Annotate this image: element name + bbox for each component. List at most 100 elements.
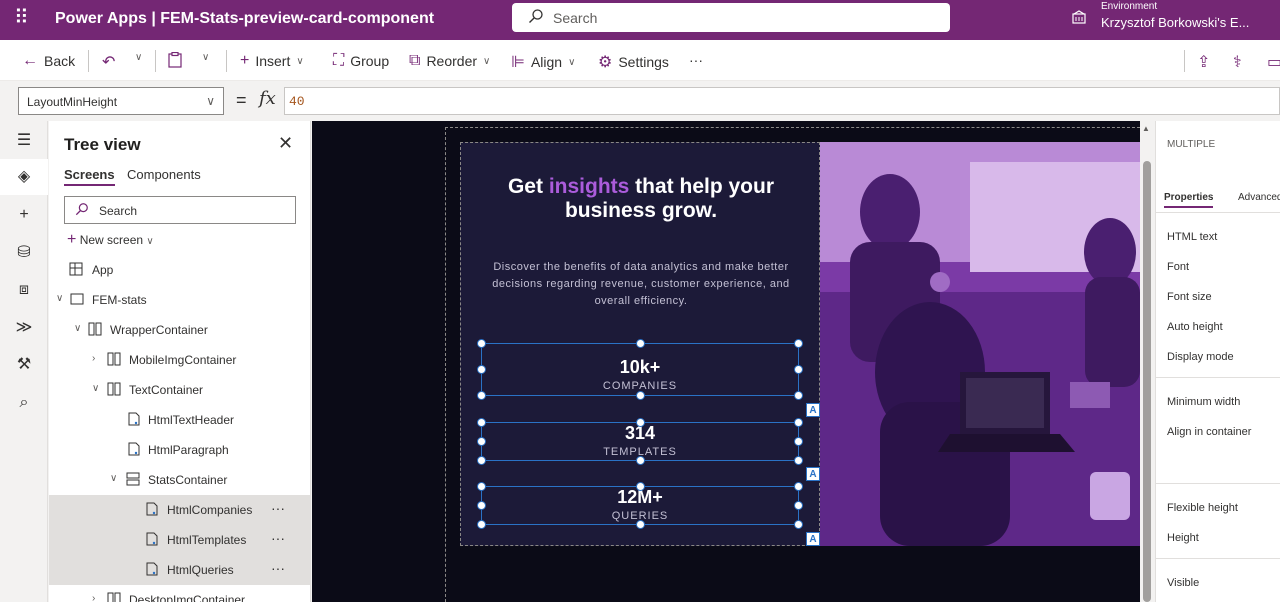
card-headline[interactable]: Get insights that help your business gro… (461, 175, 821, 223)
resize-handle[interactable] (636, 391, 645, 400)
media-icon[interactable]: ⧈ (0, 272, 48, 308)
prop-flexible-height[interactable]: Flexible height (1167, 502, 1238, 514)
resize-handle[interactable] (636, 339, 645, 348)
environment-icon[interactable] (1071, 10, 1087, 26)
insert-plus-icon[interactable]: + (0, 197, 48, 233)
chevron-down-icon[interactable]: ∨ (74, 323, 81, 334)
resize-handle[interactable] (636, 456, 645, 465)
resize-handle[interactable] (636, 482, 645, 491)
layers-icon[interactable]: ◈ (0, 159, 48, 195)
chevron-down-icon[interactable]: ∨ (110, 473, 117, 484)
resize-handle[interactable] (794, 520, 803, 529)
resize-handle[interactable] (477, 456, 486, 465)
tab-components[interactable]: Components (127, 167, 201, 182)
prop-html-text[interactable]: HTML text (1167, 231, 1217, 243)
prop-auto-height[interactable]: Auto height (1167, 321, 1223, 333)
resize-handle[interactable] (794, 391, 803, 400)
tree-node-html-queries[interactable]: HtmlQueries ··· (49, 555, 310, 585)
resize-handle[interactable] (477, 339, 486, 348)
resize-handle[interactable] (794, 339, 803, 348)
card-paragraph[interactable]: Discover the benefits of data analytics … (483, 259, 799, 310)
undo-dropdown[interactable]: ∨ (135, 52, 142, 63)
tree-node-text-container[interactable]: ∨ TextContainer (49, 375, 310, 405)
undo-button[interactable]: ↶ (102, 52, 115, 72)
back-button[interactable]: ← Back (22, 52, 75, 70)
tree-node-html-companies[interactable]: HtmlCompanies ··· (49, 495, 310, 525)
close-icon[interactable]: ✕ (278, 133, 293, 154)
share-button[interactable]: ⇪ (1197, 52, 1210, 72)
design-canvas[interactable]: Get insights that help your business gro… (312, 121, 1140, 602)
tree-node-app[interactable]: App (49, 255, 310, 285)
resize-handle[interactable] (636, 418, 645, 427)
fx-icon[interactable]: fx (259, 88, 276, 109)
prop-height[interactable]: Height (1167, 532, 1199, 544)
database-icon[interactable]: ⛁ (0, 235, 48, 271)
resize-handle[interactable] (477, 365, 486, 374)
resize-handle[interactable] (794, 501, 803, 510)
reorder-button[interactable]: ⧉ Reorder ∨ (409, 52, 490, 70)
tree-node-html-templates[interactable]: HtmlTemplates ··· (49, 525, 310, 555)
hamburger-icon[interactable]: ☰ (0, 123, 48, 159)
align-button[interactable]: ⊫ Align ∨ (511, 52, 575, 72)
settings-button[interactable]: ⚙ Settings (598, 52, 669, 72)
tab-advanced[interactable]: Advanced (1238, 192, 1280, 203)
resize-handle[interactable] (477, 482, 486, 491)
resize-handle[interactable] (477, 520, 486, 529)
resize-handle[interactable] (794, 482, 803, 491)
canvas-scrollbar[interactable]: ▲ (1140, 121, 1154, 602)
global-search-input[interactable]: Search (512, 3, 950, 32)
search-icon[interactable]: ⌕ (0, 385, 48, 421)
prop-font[interactable]: Font (1167, 261, 1189, 273)
auto-height-badge[interactable]: A (806, 467, 820, 481)
auto-height-badge[interactable]: A (806, 532, 820, 546)
tab-properties[interactable]: Properties (1164, 192, 1214, 208)
chevron-right-icon[interactable]: › (92, 593, 95, 602)
app-checker-button[interactable]: ⚕ (1233, 52, 1242, 72)
resize-handle[interactable] (794, 437, 803, 446)
prop-font-size[interactable]: Font size (1167, 291, 1212, 303)
chevron-down-icon[interactable]: ∨ (92, 383, 99, 394)
resize-handle[interactable] (477, 418, 486, 427)
property-selector[interactable]: LayoutMinHeight ∨ (18, 87, 224, 115)
resize-handle[interactable] (794, 418, 803, 427)
auto-height-badge[interactable]: A (806, 403, 820, 417)
power-automate-icon[interactable]: ≫ (0, 310, 48, 346)
stats-preview-card[interactable]: Get insights that help your business gro… (460, 142, 1140, 546)
insert-button[interactable]: + Insert ∨ (240, 52, 304, 70)
scroll-up-icon[interactable]: ▲ (1142, 124, 1150, 133)
tree-node-desktop-img-container[interactable]: › DesktopImgContainer (49, 585, 310, 602)
tree-search-input[interactable]: Search (64, 196, 296, 224)
resize-handle[interactable] (477, 437, 486, 446)
resize-handle[interactable] (794, 456, 803, 465)
stat-companies[interactable]: 10k+ COMPANIES (481, 343, 799, 396)
paste-dropdown[interactable]: ∨ (202, 52, 209, 63)
new-screen-button[interactable]: + New screen ∨ (67, 231, 154, 249)
tree-node-html-text-header[interactable]: HtmlTextHeader (49, 405, 310, 435)
more-commands-button[interactable]: ··· (689, 52, 703, 68)
more-options-icon[interactable]: ··· (271, 500, 285, 516)
prop-minimum-width[interactable]: Minimum width (1167, 396, 1240, 408)
tree-node-screen[interactable]: ∨ FEM-stats (49, 285, 310, 315)
tree-node-html-paragraph[interactable]: HtmlParagraph (49, 435, 310, 465)
more-options-icon[interactable]: ··· (271, 530, 285, 546)
group-button[interactable]: ⛶ Group (333, 52, 389, 70)
text-container[interactable]: Get insights that help your business gro… (460, 142, 820, 546)
resize-handle[interactable] (794, 365, 803, 374)
prop-display-mode[interactable]: Display mode (1167, 351, 1234, 363)
resize-handle[interactable] (636, 520, 645, 529)
more-options-icon[interactable]: ··· (271, 560, 285, 576)
resize-handle[interactable] (477, 501, 486, 510)
prop-visible[interactable]: Visible (1167, 577, 1199, 589)
paste-button[interactable] (168, 51, 182, 73)
tools-icon[interactable]: ⚒ (0, 347, 48, 383)
scrollbar-thumb[interactable] (1143, 161, 1151, 602)
card-image-people-at-laptops[interactable] (820, 142, 1140, 546)
chevron-down-icon[interactable]: ∨ (56, 293, 63, 304)
waffle-icon[interactable]: ⠿ (14, 8, 29, 28)
comments-button[interactable]: ▭ (1267, 52, 1280, 72)
prop-align-in-container[interactable]: Align in container (1167, 426, 1251, 438)
tree-node-stats-container[interactable]: ∨ StatsContainer (49, 465, 310, 495)
formula-input[interactable]: 40 (284, 87, 1280, 115)
tree-node-wrapper-container[interactable]: ∨ WrapperContainer (49, 315, 310, 345)
tree-node-mobile-img-container[interactable]: › MobileImgContainer (49, 345, 310, 375)
